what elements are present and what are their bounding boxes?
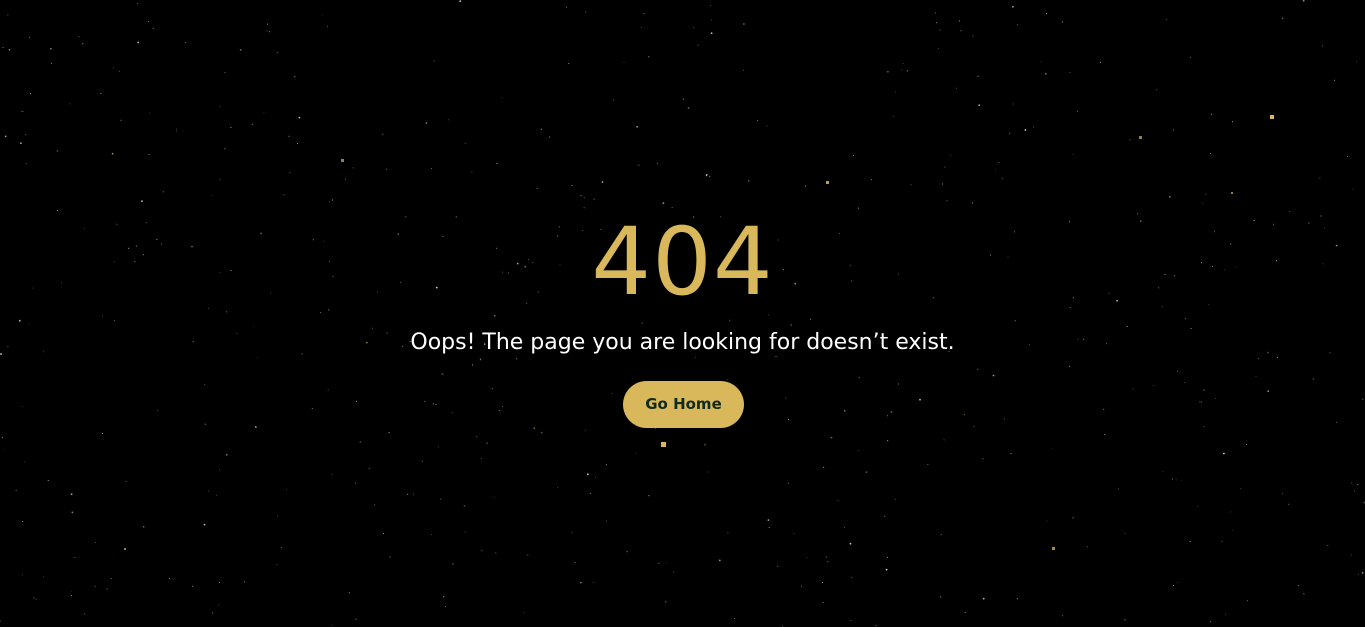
error-content: 404 Oops! The page you are looking for d…	[0, 0, 1365, 627]
error-code-heading: 404	[591, 208, 774, 317]
go-home-button[interactable]: Go Home	[623, 381, 744, 428]
error-page: 404 Oops! The page you are looking for d…	[0, 0, 1365, 627]
error-message: Oops! The page you are looking for doesn…	[410, 330, 955, 355]
